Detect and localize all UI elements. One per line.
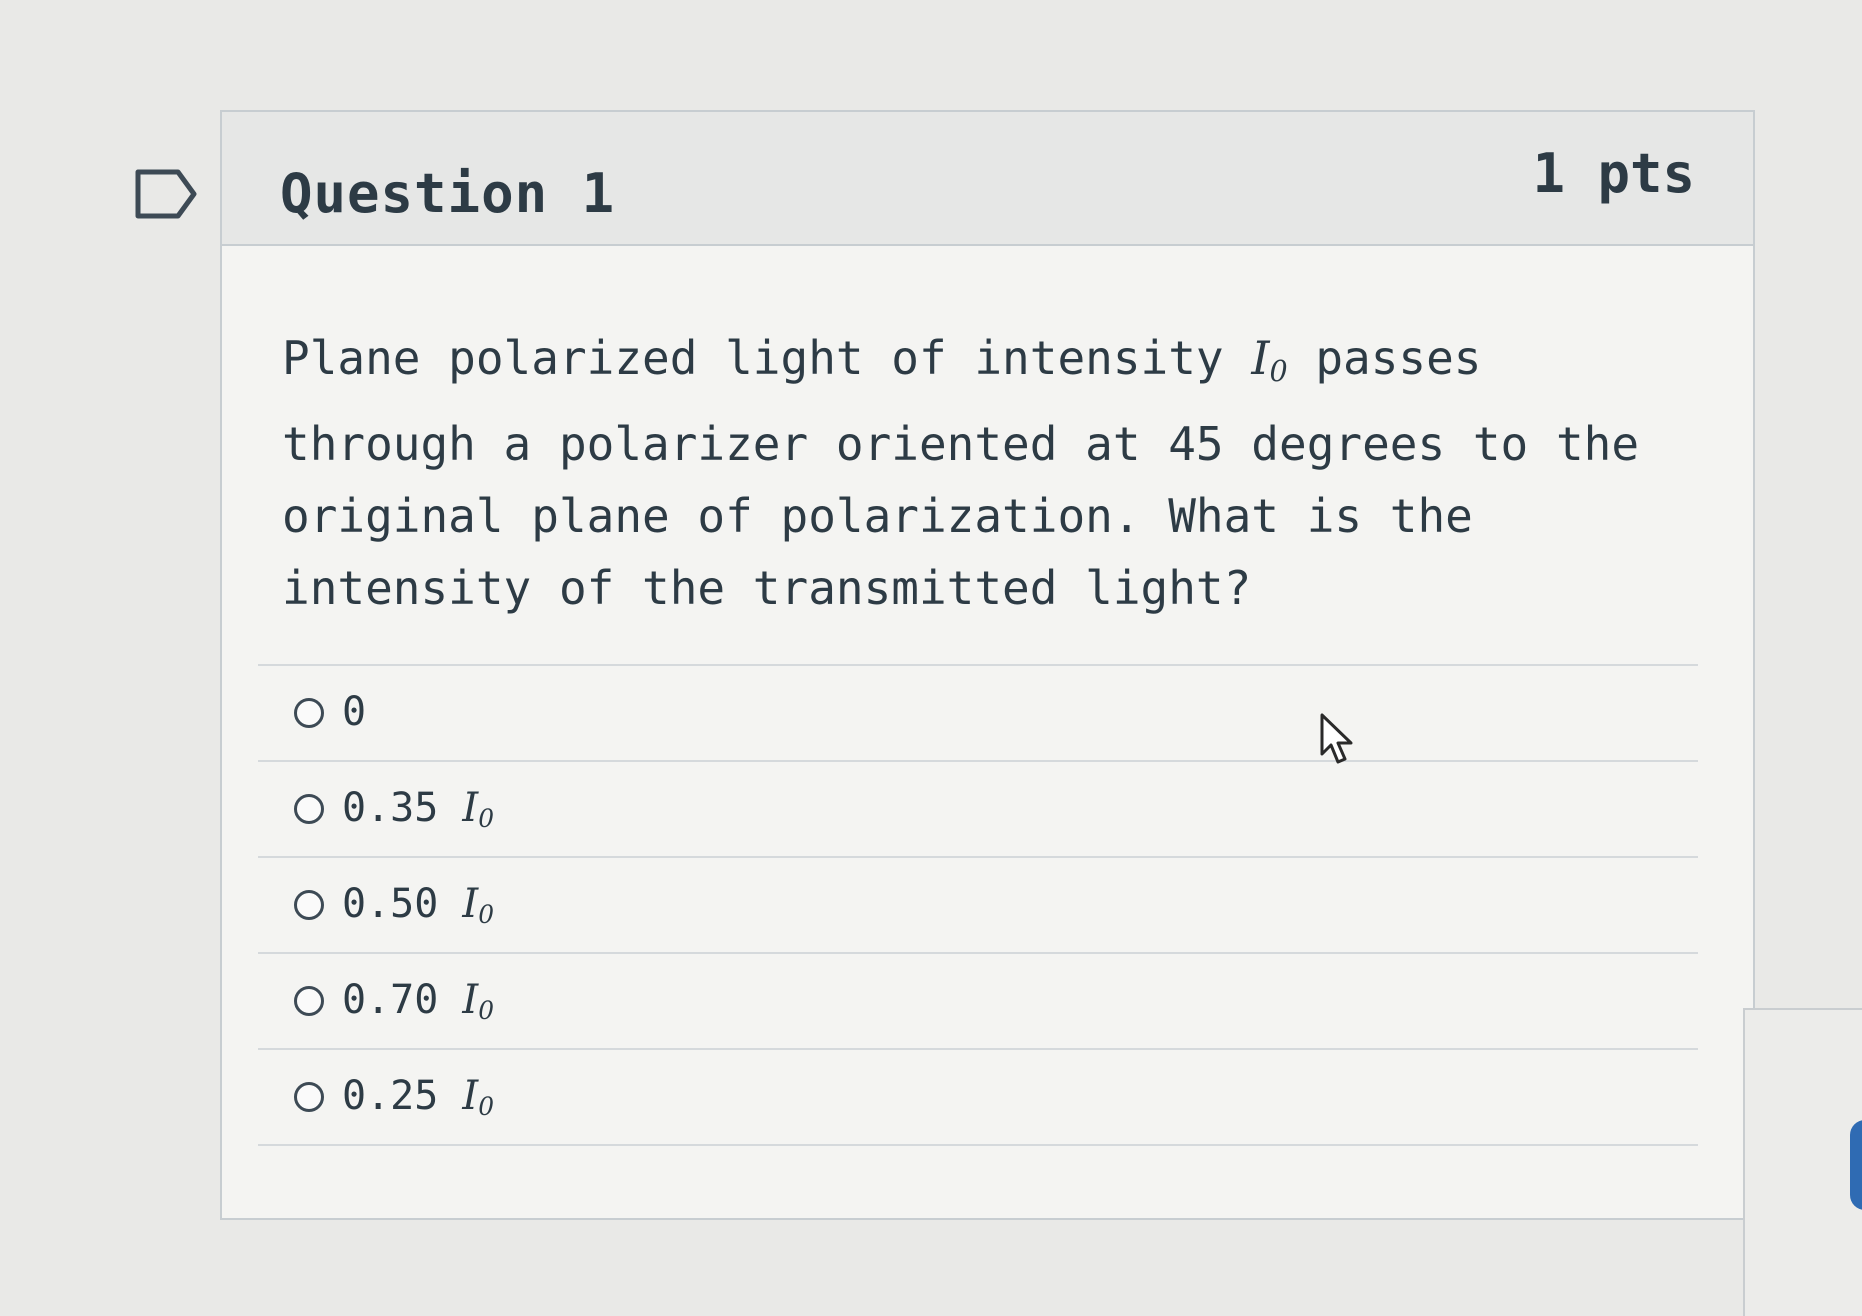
answer-variable-base: I [462,784,479,831]
answer-variable-base: I [462,1072,479,1119]
radio-button[interactable] [294,698,324,728]
intensity-variable-subscript: 0 [1269,355,1288,389]
answer-variable-subscript: 0 [478,804,495,834]
answer-variable: I0 [462,1072,495,1122]
answer-value: 0.50 [342,880,463,927]
answer-option[interactable]: 0 [258,666,1698,762]
flag-question-icon[interactable] [134,168,198,220]
intensity-variable: I0 [1251,331,1288,389]
answer-variable: I0 [462,784,495,834]
mouse-pointer-icon [1320,713,1353,764]
answer-label[interactable]: 0.35 I0 [342,785,494,833]
answer-variable-base: I [462,976,479,1023]
answer-option[interactable]: 0.50 I0 [258,858,1698,954]
radio-button[interactable] [294,890,324,920]
radio-button[interactable] [294,794,324,824]
question-header: Question 1 1 pts [222,112,1753,246]
answer-option[interactable]: 0.25 I0 [258,1050,1698,1146]
answer-label[interactable]: 0.25 I0 [342,1073,494,1121]
answer-value: 0.25 [342,1072,463,1119]
radio-button[interactable] [294,1082,324,1112]
answer-option[interactable]: 0.35 I0 [258,762,1698,858]
question-title: Question 1 [280,162,616,225]
question-text: Plane polarized light of intensity I0 pa… [282,322,1702,624]
answer-variable: I0 [462,976,495,1026]
answer-value: 0 [342,688,367,735]
answer-list: 0 0.35 I0 0.50 I0 0.70 I0 0.25 I0 [258,664,1698,1146]
answer-label[interactable]: 0 [342,689,366,737]
question-points: 1 pts [1532,142,1695,205]
answer-variable-subscript: 0 [478,996,495,1026]
side-panel [1743,1008,1862,1316]
answer-value: 0.35 [342,784,463,831]
radio-button[interactable] [294,986,324,1016]
answer-option[interactable]: 0.70 I0 [258,954,1698,1050]
answer-label[interactable]: 0.50 I0 [342,881,494,929]
answer-value: 0.70 [342,976,463,1023]
question-text-start: Plane polarized light of intensity [282,331,1252,385]
answer-variable: I0 [462,880,495,930]
scroll-tab[interactable] [1850,1120,1862,1210]
intensity-variable-base: I [1251,331,1270,385]
answer-variable-subscript: 0 [478,1092,495,1122]
answer-variable-subscript: 0 [478,900,495,930]
answer-variable-base: I [462,880,479,927]
answer-label[interactable]: 0.70 I0 [342,977,494,1025]
question-card: Question 1 1 pts Plane polarized light o… [220,110,1755,1220]
